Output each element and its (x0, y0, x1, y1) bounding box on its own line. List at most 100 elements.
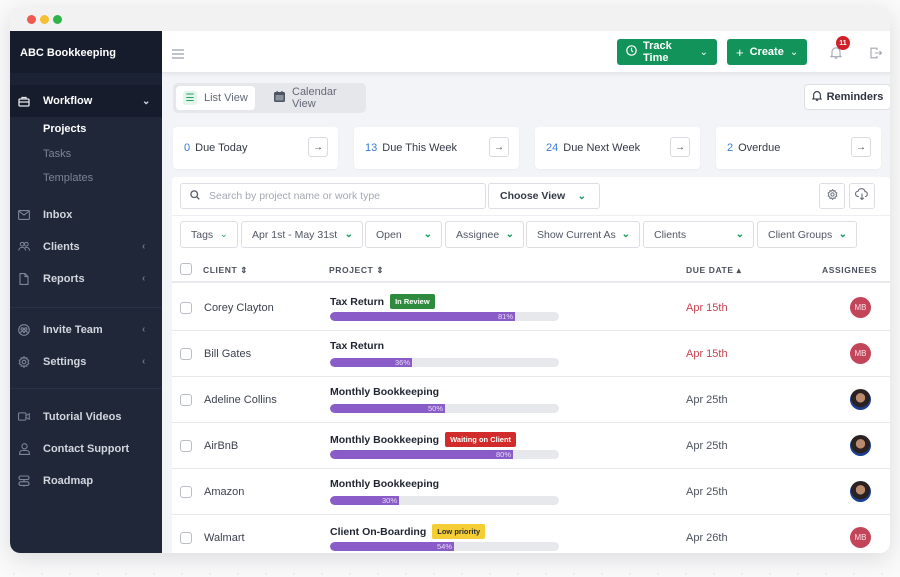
arrow-right-icon[interactable]: → (489, 137, 509, 157)
sidebar-item-inbox[interactable]: Inbox (10, 199, 162, 231)
project-cell: Monthly Bookkeeping Waiting on Client (330, 432, 517, 447)
avatar[interactable]: MB (850, 527, 871, 548)
logout-icon[interactable] (870, 46, 883, 64)
column-header-due-date[interactable]: DUE DATE ▴ (686, 265, 741, 276)
sidebar-subitem-projects[interactable]: Projects (10, 117, 162, 142)
filter-clients[interactable]: Clients ⌄ (643, 221, 754, 248)
chevron-down-icon: ⌄ (789, 46, 799, 58)
table-row[interactable]: Amazon Monthly Bookkeeping 30% Apr 25th (172, 469, 890, 515)
column-header-project[interactable]: PROJECT ⇕ (329, 265, 384, 276)
list-view-tab[interactable]: ☰ List View (176, 86, 255, 110)
row-checkbox[interactable] (180, 440, 192, 452)
arrow-right-icon[interactable]: → (670, 137, 690, 157)
row-checkbox[interactable] (180, 394, 192, 406)
client-name[interactable]: Corey Clayton (204, 302, 274, 314)
select-all-checkbox[interactable] (180, 263, 192, 275)
filter-status[interactable]: Open ⌄ (365, 221, 442, 248)
sidebar-subitem-tasks[interactable]: Tasks (10, 142, 162, 167)
arrow-right-icon[interactable]: → (308, 137, 328, 157)
table-row[interactable]: Walmart Client On-Boarding Low priority 5… (172, 515, 890, 553)
row-checkbox[interactable] (180, 532, 192, 544)
stopwatch-icon (626, 45, 637, 59)
sidebar-item-tutorial-videos[interactable]: Tutorial Videos (10, 401, 162, 433)
table-row[interactable]: Bill Gates Tax Return 36% Apr 15th MB (172, 331, 890, 377)
sidebar-item-label: Tutorial Videos (43, 410, 122, 423)
sidebar-item-invite-team[interactable]: Invite Team ‹ (10, 314, 162, 346)
search-input[interactable] (209, 190, 459, 202)
chevron-down-icon: ⌄ (577, 190, 586, 202)
filter-tags[interactable]: Tags ⌄ (180, 221, 238, 248)
sort-icon: ⇕ (240, 265, 248, 275)
filter-date-range[interactable]: Apr 1st - May 31st ⌄ (241, 221, 363, 248)
search-icon (190, 189, 200, 203)
minimize-window-button[interactable] (40, 15, 49, 24)
sidebar-item-workflow[interactable]: Workflow ⌄ (10, 85, 162, 117)
sidebar-item-contact-support[interactable]: Contact Support (10, 433, 162, 465)
table-row[interactable]: AirBnB Monthly Bookkeeping Waiting on Cli… (172, 423, 890, 469)
projects-panel: Choose View ⌄ Tags ⌄ Apr 1st - May 31st (172, 177, 890, 553)
table-row[interactable]: Corey Clayton Tax Return In Review 81% Ap… (172, 285, 890, 331)
project-name[interactable]: Monthly Bookkeeping (330, 478, 439, 490)
due-today-card[interactable]: 0 Due Today → (173, 127, 338, 169)
export-button[interactable] (849, 183, 875, 209)
avatar[interactable] (850, 481, 871, 502)
due-date: Apr 15th (686, 348, 728, 360)
column-header-client[interactable]: CLIENT ⇕ (203, 265, 248, 276)
filter-client-groups[interactable]: Client Groups ⌄ (757, 221, 857, 248)
table-row[interactable]: Adeline Collins Monthly Bookkeeping 50% … (172, 377, 890, 423)
arrow-right-icon[interactable]: → (851, 137, 871, 157)
avatar[interactable] (850, 435, 871, 456)
filter-show-current-as[interactable]: Show Current As ⌄ (526, 221, 640, 248)
client-name[interactable]: Adeline Collins (204, 394, 277, 406)
project-name[interactable]: Tax Return (330, 296, 384, 308)
choose-view-dropdown[interactable]: Choose View ⌄ (488, 183, 600, 209)
notifications-count-badge: 11 (836, 36, 850, 50)
client-name[interactable]: Amazon (204, 486, 244, 498)
chevron-down-icon: ⌄ (621, 229, 630, 240)
client-name[interactable]: Walmart (204, 532, 245, 544)
overdue-card[interactable]: 2 Overdue → (716, 127, 881, 169)
due-next-week-card[interactable]: 24 Due Next Week → (535, 127, 700, 169)
filter-assignee[interactable]: Assignee ⌄ (445, 221, 524, 248)
chevron-down-icon: ⌄ (699, 46, 708, 58)
person-icon (18, 442, 30, 455)
due-this-week-card[interactable]: 13 Due This Week → (354, 127, 519, 169)
chevron-down-icon: ⌄ (423, 229, 432, 240)
create-button[interactable]: + Create ⌄ (727, 39, 807, 65)
avatar[interactable]: MB (850, 297, 871, 318)
due-label: Due Next Week (563, 142, 641, 154)
row-checkbox[interactable] (180, 302, 192, 314)
calendar-view-tab[interactable]: Calendar View (267, 86, 366, 110)
sidebar-item-roadmap[interactable]: Roadmap (10, 465, 162, 497)
progress-label: 54% (437, 542, 453, 551)
sidebar-item-reports[interactable]: Reports ‹ (10, 263, 162, 295)
project-name[interactable]: Client On-Boarding (330, 526, 426, 538)
sidebar-item-label: Settings (43, 355, 87, 368)
reminders-button[interactable]: Reminders (804, 84, 890, 110)
project-name[interactable]: Monthly Bookkeeping (330, 386, 439, 398)
row-checkbox[interactable] (180, 486, 192, 498)
close-window-button[interactable] (27, 15, 36, 24)
table-settings-button[interactable] (819, 183, 845, 209)
maximize-window-button[interactable] (53, 15, 62, 24)
search-box[interactable] (180, 183, 486, 209)
track-time-button[interactable]: Track Time ⌄ (617, 39, 717, 65)
project-name[interactable]: Monthly Bookkeeping (330, 434, 439, 446)
sidebar-item-settings[interactable]: Settings ‹ (10, 346, 162, 378)
main-content: ☰ List View Calendar View Reminders 0 Du… (162, 73, 890, 553)
sidebar-subitem-templates[interactable]: Templates (10, 166, 162, 191)
track-time-label: Track Time (643, 40, 672, 64)
chevron-down-icon: ⌄ (505, 229, 514, 240)
avatar[interactable] (850, 389, 871, 410)
sidebar-item-clients[interactable]: Clients ‹ (10, 231, 162, 263)
avatar[interactable]: MB (850, 343, 871, 364)
client-name[interactable]: Bill Gates (204, 348, 251, 360)
row-checkbox[interactable] (180, 348, 192, 360)
gear-icon (827, 187, 838, 205)
menu-toggle-icon[interactable] (172, 46, 184, 59)
chevron-left-icon: ‹ (142, 356, 146, 367)
project-name[interactable]: Tax Return (330, 340, 384, 352)
progress-label: 80% (496, 450, 512, 459)
filter-label: Client Groups (768, 228, 833, 241)
client-name[interactable]: AirBnB (204, 440, 238, 452)
